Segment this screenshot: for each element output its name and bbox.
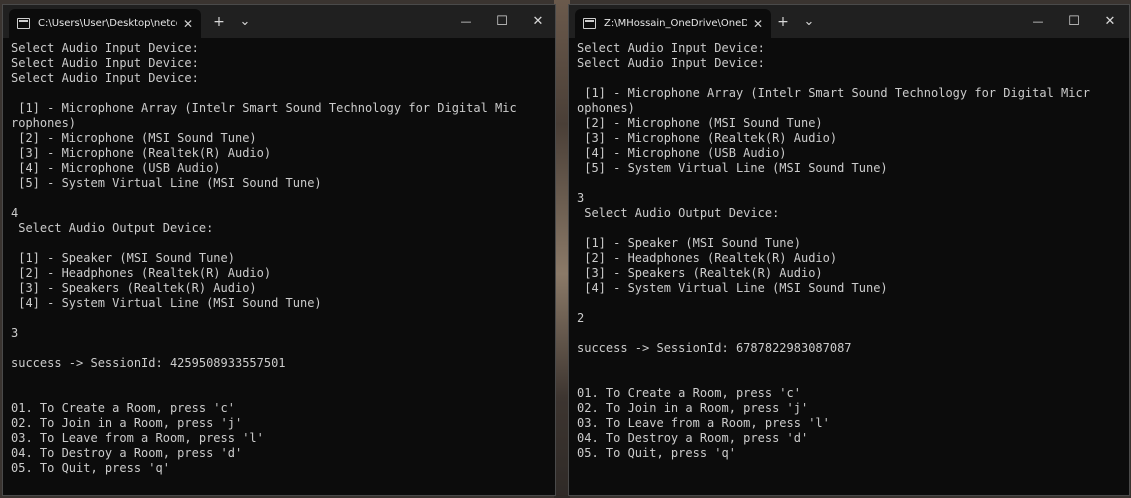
terminal-line: 03. To Leave from a Room, press 'l' [577, 416, 830, 430]
terminal-line: 04. To Destroy a Room, press 'd' [577, 431, 809, 445]
title-bar[interactable]: C:\Users\User\Desktop\netco ✕ + ⌄ — ☐ ✕ [3, 5, 555, 38]
terminal-line: 05. To Quit, press 'q' [577, 446, 736, 460]
maximize-button[interactable]: ☐ [1057, 5, 1091, 38]
terminal-line: [4] - Microphone (USB Audio) [577, 146, 787, 160]
terminal-line: success -> SessionId: 6787822983087087 [577, 341, 852, 355]
terminal-window-1[interactable]: C:\Users\User\Desktop\netco ✕ + ⌄ — ☐ ✕ … [2, 4, 556, 496]
terminal-line: [3] - Speakers (Realtek(R) Audio) [11, 281, 257, 295]
terminal-line: [1] - Microphone Array (Intelr Smart Sou… [577, 86, 1090, 100]
new-tab-button[interactable]: + [773, 5, 793, 38]
tab-title: C:\Users\User\Desktop\netco [38, 18, 177, 29]
terminal-line: 3 [11, 326, 19, 340]
terminal-line: 3 [577, 191, 585, 205]
terminal-line: [3] - Microphone (Realtek(R) Audio) [11, 146, 272, 160]
terminal-line: Select Audio Input Device: [577, 41, 765, 55]
terminal-line: [5] - System Virtual Line (MSI Sound Tun… [577, 161, 888, 175]
terminal-line: rophones) [11, 116, 77, 130]
terminal-line: 04. To Destroy a Room, press 'd' [11, 446, 243, 460]
minimize-button[interactable]: — [449, 5, 483, 38]
terminal-line: [3] - Microphone (Realtek(R) Audio) [577, 131, 838, 145]
terminal-line: [2] - Microphone (MSI Sound Tune) [11, 131, 257, 145]
terminal-tab[interactable]: C:\Users\User\Desktop\netco ✕ [9, 9, 201, 38]
terminal-line: Select Audio Output Device: [577, 206, 780, 220]
terminal-line: Select Audio Output Device: [11, 221, 214, 235]
terminal-line: Select Audio Input Device: [11, 41, 199, 55]
terminal-output[interactable]: Select Audio Input Device: Select Audio I… [569, 38, 1129, 461]
terminal-line: 02. To Join in a Room, press 'j' [577, 401, 809, 415]
maximize-button[interactable]: ☐ [485, 5, 519, 38]
terminal-line: 03. To Leave from a Room, press 'l' [11, 431, 264, 445]
terminal-tab[interactable]: Z:\MHossain_OneDrive\OneD ✕ [575, 9, 771, 38]
terminal-line: [4] - Microphone (USB Audio) [11, 161, 221, 175]
terminal-line: [4] - System Virtual Line (MSI Sound Tun… [11, 296, 322, 310]
terminal-line: 02. To Join in a Room, press 'j' [11, 416, 243, 430]
title-bar[interactable]: Z:\MHossain_OneDrive\OneD ✕ + ⌄ — ☐ ✕ [569, 5, 1129, 38]
terminal-line: 05. To Quit, press 'q' [11, 461, 170, 475]
close-tab-icon[interactable]: ✕ [183, 17, 193, 31]
terminal-line: 01. To Create a Room, press 'c' [577, 386, 801, 400]
terminal-line: Select Audio Input Device: [577, 56, 765, 70]
terminal-line: [2] - Headphones (Realtek(R) Audio) [11, 266, 272, 280]
terminal-line: Select Audio Input Device: [11, 56, 199, 70]
tab-title: Z:\MHossain_OneDrive\OneD [604, 18, 747, 29]
terminal-line: [1] - Microphone Array (Intelr Smart Sou… [11, 101, 517, 115]
terminal-line: 01. To Create a Room, press 'c' [11, 401, 235, 415]
terminal-icon [17, 18, 30, 29]
terminal-line: [2] - Microphone (MSI Sound Tune) [577, 116, 823, 130]
terminal-line: success -> SessionId: 4259508933557501 [11, 356, 286, 370]
close-button[interactable]: ✕ [1093, 5, 1127, 38]
terminal-line: [5] - System Virtual Line (MSI Sound Tun… [11, 176, 322, 190]
minimize-button[interactable]: — [1021, 5, 1055, 38]
terminal-line: 2 [577, 311, 585, 325]
terminal-window-2[interactable]: Z:\MHossain_OneDrive\OneD ✕ + ⌄ — ☐ ✕ Se… [568, 4, 1130, 496]
terminal-line: [4] - System Virtual Line (MSI Sound Tun… [577, 281, 888, 295]
terminal-line: Select Audio Input Device: [11, 71, 199, 85]
dropdown-button[interactable]: ⌄ [235, 5, 255, 38]
close-tab-icon[interactable]: ✕ [753, 17, 763, 31]
terminal-line: [1] - Speaker (MSI Sound Tune) [11, 251, 235, 265]
terminal-line: [3] - Speakers (Realtek(R) Audio) [577, 266, 823, 280]
terminal-icon [583, 18, 596, 29]
close-button[interactable]: ✕ [521, 5, 555, 38]
new-tab-button[interactable]: + [209, 5, 229, 38]
dropdown-button[interactable]: ⌄ [799, 5, 819, 38]
terminal-line: ophones) [577, 101, 635, 115]
terminal-line: [1] - Speaker (MSI Sound Tune) [577, 236, 801, 250]
terminal-line: [2] - Headphones (Realtek(R) Audio) [577, 251, 838, 265]
terminal-output[interactable]: Select Audio Input Device: Select Audio I… [3, 38, 555, 476]
terminal-line: 4 [11, 206, 19, 220]
